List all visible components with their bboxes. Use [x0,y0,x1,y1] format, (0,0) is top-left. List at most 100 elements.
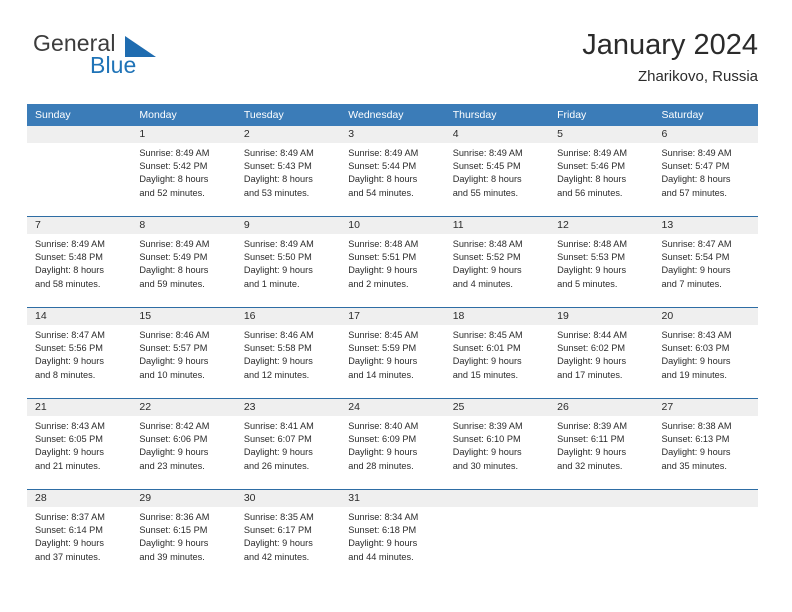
day-details: Sunrise: 8:49 AM Sunset: 5:42 PM Daylight:… [131,143,235,200]
daylight-duration-line2: and 52 minutes. [139,187,205,198]
calendar-day-cell[interactable]: 15 Sunrise: 8:46 AM Sunset: 5:57 PM Dayligh… [131,308,236,398]
sunrise-time: Sunrise: 8:49 AM [557,148,628,158]
day-details: Sunrise: 8:48 AM Sunset: 5:51 PM Daylight:… [340,234,444,291]
daylight-duration-line2: and 5 minutes. [557,278,618,289]
weekday-header-saturday: Saturday [661,109,704,121]
sunset-time: Sunset: 6:14 PM [35,525,103,536]
calendar-weeks: 1 Sunrise: 8:49 AM Sunset: 5:42 PM Daylight… [27,126,758,580]
day-number: 28 [27,490,132,507]
calendar-day-cell-empty [27,126,132,216]
calendar-day-cell[interactable]: 26 Sunrise: 8:39 AM Sunset: 6:11 PM Dayligh… [549,399,654,489]
calendar-week-row: 28 Sunrise: 8:37 AM Sunset: 6:14 PM Dayligh… [27,489,758,580]
daylight-duration-line2: and 53 minutes. [243,187,310,198]
brand-logo[interactable]: General Blue [27,28,227,86]
calendar-page: General Blue January 2024 Zharikovo, Rus… [0,0,792,612]
day-details: Sunrise: 8:37 AM Sunset: 6:14 PM Daylight:… [27,507,131,564]
daylight-duration-line2: and 55 minutes. [452,187,519,198]
calendar-day-cell[interactable]: 11 Sunrise: 8:48 AM Sunset: 5:52 PM Dayligh… [444,217,550,307]
calendar-day-cell[interactable]: 7 Sunrise: 8:49 AM Sunset: 5:48 PM Daylight… [27,217,132,307]
day-details: Sunrise: 8:39 AM Sunset: 6:10 PM Daylight:… [445,416,549,473]
weekday-header-wednesday: Wednesday [348,109,404,121]
day-details: Sunrise: 8:49 AM Sunset: 5:48 PM Daylight:… [27,234,131,291]
sunrise-time: Sunrise: 8:41 AM [243,421,314,431]
day-number: 10 [340,217,445,234]
sunset-time: Sunset: 5:43 PM [243,161,312,172]
daylight-duration-line2: and 58 minutes. [35,278,101,289]
calendar-day-cell[interactable]: 12 Sunrise: 8:48 AM Sunset: 5:53 PM Dayligh… [549,217,654,307]
day-number: 13 [653,217,758,234]
sunset-time: Sunset: 5:47 PM [661,161,730,172]
calendar-day-cell[interactable]: 24 Sunrise: 8:40 AM Sunset: 6:09 PM Dayligh… [340,399,445,489]
sunset-time: Sunset: 5:57 PM [139,343,208,354]
calendar-day-cell[interactable]: 19 Sunrise: 8:44 AM Sunset: 6:02 PM Dayligh… [549,308,654,398]
sunset-time: Sunset: 5:56 PM [35,343,103,354]
weekday-header-monday: Monday [139,109,177,121]
calendar-day-cell[interactable]: 6 Sunrise: 8:49 AM Sunset: 5:47 PM Daylight… [653,126,758,216]
calendar-day-cell[interactable]: 21 Sunrise: 8:43 AM Sunset: 6:05 PM Dayligh… [27,399,132,489]
daylight-duration-line1: Daylight: 9 hours [348,447,418,458]
sunrise-time: Sunrise: 8:36 AM [139,512,210,522]
calendar-day-cell[interactable]: 20 Sunrise: 8:43 AM Sunset: 6:03 PM Dayligh… [653,308,758,398]
day-number [27,126,132,143]
page-subtitle: Zharikovo, Russia [637,68,758,85]
calendar-day-cell[interactable]: 13 Sunrise: 8:47 AM Sunset: 5:54 PM Dayligh… [653,217,758,307]
daylight-duration-line2: and 15 minutes. [452,369,519,380]
page-header: General Blue January 2024 Zharikovo, Rus… [27,28,758,90]
daylight-duration-line1: Daylight: 9 hours [35,538,104,549]
calendar-day-cell[interactable]: 18 Sunrise: 8:45 AM Sunset: 6:01 PM Dayligh… [444,308,550,398]
day-number: 22 [131,399,236,416]
day-details: Sunrise: 8:36 AM Sunset: 6:15 PM Daylight:… [131,507,235,564]
calendar-day-cell[interactable]: 2 Sunrise: 8:49 AM Sunset: 5:43 PM Daylight… [235,126,341,216]
sunset-time: Sunset: 5:42 PM [139,161,208,172]
calendar-day-cell[interactable]: 10 Sunrise: 8:48 AM Sunset: 5:51 PM Dayligh… [340,217,445,307]
day-number: 1 [131,126,236,143]
day-number: 25 [444,399,550,416]
calendar-day-cell[interactable]: 23 Sunrise: 8:41 AM Sunset: 6:07 PM Dayligh… [235,399,341,489]
daylight-duration-line2: and 26 minutes. [243,460,310,471]
daylight-duration-line1: Daylight: 9 hours [139,447,209,458]
sunset-time: Sunset: 5:49 PM [139,252,208,263]
title-block: January 2024 Zharikovo, Russia [582,28,758,87]
daylight-duration-line1: Daylight: 9 hours [243,265,313,276]
calendar-day-cell[interactable]: 31 Sunrise: 8:34 AM Sunset: 6:18 PM Dayligh… [340,490,445,580]
calendar-day-cell[interactable]: 16 Sunrise: 8:46 AM Sunset: 5:58 PM Dayligh… [235,308,341,398]
sunrise-time: Sunrise: 8:49 AM [35,239,105,249]
calendar-day-cell-empty [549,490,654,580]
calendar-day-cell[interactable]: 8 Sunrise: 8:49 AM Sunset: 5:49 PM Daylight… [131,217,236,307]
daylight-duration-line2: and 42 minutes. [243,551,310,562]
sunset-time: Sunset: 5:50 PM [243,252,312,263]
sunset-time: Sunset: 5:54 PM [661,252,730,263]
day-number [653,490,758,507]
calendar-day-cell[interactable]: 3 Sunrise: 8:49 AM Sunset: 5:44 PM Daylight… [340,126,445,216]
weekday-header-tuesday: Tuesday [243,109,284,121]
sunrise-time: Sunrise: 8:38 AM [661,421,732,431]
calendar-day-cell[interactable]: 22 Sunrise: 8:42 AM Sunset: 6:06 PM Dayligh… [131,399,236,489]
calendar-day-cell[interactable]: 27 Sunrise: 8:38 AM Sunset: 6:13 PM Dayligh… [653,399,758,489]
calendar-day-cell[interactable]: 14 Sunrise: 8:47 AM Sunset: 5:56 PM Dayligh… [27,308,132,398]
day-number: 15 [131,308,236,325]
daylight-duration-line2: and 28 minutes. [348,460,414,471]
day-details: Sunrise: 8:47 AM Sunset: 5:54 PM Daylight:… [654,234,758,291]
calendar-day-cell[interactable]: 30 Sunrise: 8:35 AM Sunset: 6:17 PM Dayligh… [235,490,341,580]
daylight-duration-line2: and 23 minutes. [139,460,205,471]
daylight-duration-line2: and 54 minutes. [348,187,414,198]
calendar-day-cell[interactable]: 28 Sunrise: 8:37 AM Sunset: 6:14 PM Dayligh… [27,490,132,580]
calendar-day-cell[interactable]: 1 Sunrise: 8:49 AM Sunset: 5:42 PM Daylight… [131,126,236,216]
calendar-day-cell[interactable]: 5 Sunrise: 8:49 AM Sunset: 5:46 PM Daylight… [549,126,654,216]
daylight-duration-line1: Daylight: 9 hours [348,538,418,549]
sunrise-time: Sunrise: 8:49 AM [139,239,210,249]
daylight-duration-line1: Daylight: 9 hours [35,447,104,458]
calendar-day-cell[interactable]: 29 Sunrise: 8:36 AM Sunset: 6:15 PM Dayligh… [131,490,236,580]
daylight-duration-line2: and 57 minutes. [661,187,727,198]
sunset-time: Sunset: 6:06 PM [139,434,208,445]
calendar-day-cell[interactable]: 25 Sunrise: 8:39 AM Sunset: 6:10 PM Dayligh… [444,399,550,489]
sunset-time: Sunset: 5:58 PM [243,343,312,354]
sunrise-time: Sunrise: 8:35 AM [243,512,314,522]
sunset-time: Sunset: 6:13 PM [661,434,730,445]
calendar-day-cell[interactable]: 4 Sunrise: 8:49 AM Sunset: 5:45 PM Daylight… [444,126,550,216]
calendar-day-cell[interactable]: 17 Sunrise: 8:45 AM Sunset: 5:59 PM Dayligh… [340,308,445,398]
day-details: Sunrise: 8:48 AM Sunset: 5:52 PM Daylight:… [445,234,549,291]
daylight-duration-line1: Daylight: 9 hours [35,356,104,367]
sunrise-time: Sunrise: 8:47 AM [661,239,732,249]
calendar-day-cell[interactable]: 9 Sunrise: 8:49 AM Sunset: 5:50 PM Daylight… [235,217,341,307]
